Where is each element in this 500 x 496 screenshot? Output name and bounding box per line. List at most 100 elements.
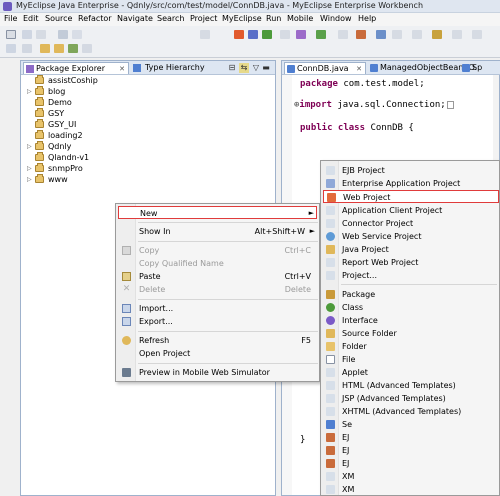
submenu-item-web-project[interactable]: Web Project xyxy=(323,190,499,203)
open-type-icon[interactable] xyxy=(280,30,290,39)
tree-item[interactable]: Demo xyxy=(21,97,271,108)
expand-icon[interactable]: ▷ xyxy=(27,174,32,185)
tab-conndb-java[interactable]: ConnDB.java ✕ xyxy=(284,62,366,74)
tree-item[interactable]: GSY xyxy=(21,108,271,119)
menu-item-new[interactable]: New ► xyxy=(118,206,317,219)
menu-item-open-project[interactable]: Open Project xyxy=(118,347,317,360)
submenu-item-jsp[interactable]: JSP (Advanced Templates) xyxy=(323,392,499,405)
submenu-item-ejb[interactable]: EJ xyxy=(323,444,499,457)
close-icon[interactable]: ✕ xyxy=(119,63,125,75)
next-annotation-icon[interactable] xyxy=(392,30,402,39)
tree-item[interactable]: ▷ snmpPro xyxy=(21,163,271,174)
pin-icon[interactable] xyxy=(452,30,462,39)
code-line-import[interactable]: ⊕import java.sql.Connection; xyxy=(294,100,454,110)
search-icon[interactable] xyxy=(376,30,386,39)
tree-item[interactable]: ▷ blog xyxy=(21,86,271,97)
submenu-item-source-folder[interactable]: Source Folder xyxy=(323,327,499,340)
menu-file[interactable]: File xyxy=(4,14,17,23)
save-icon[interactable] xyxy=(22,30,32,39)
tree-item[interactable]: ▷ www xyxy=(21,174,271,185)
menu-help[interactable]: Help xyxy=(358,14,376,23)
open-icon[interactable] xyxy=(58,30,68,39)
menu-item-copy[interactable]: Copy Ctrl+C xyxy=(118,244,317,257)
menu-navigate[interactable]: Navigate xyxy=(117,14,153,23)
submenu-item-ejb-project[interactable]: EJB Project xyxy=(323,164,499,177)
submenu-item-class[interactable]: Class xyxy=(323,301,499,314)
submenu-item-report-web-project[interactable]: Report Web Project xyxy=(323,256,499,269)
launch-icon[interactable] xyxy=(316,30,326,39)
submenu-item-project[interactable]: Project... xyxy=(323,269,499,282)
submenu-item-applet[interactable]: Applet xyxy=(323,366,499,379)
code-line-package[interactable]: package com.test.model; xyxy=(300,79,425,89)
menu-item-delete[interactable]: ✕ Delete Delete xyxy=(118,283,317,296)
menu-source[interactable]: Source xyxy=(45,14,72,23)
prev-annotation-icon[interactable] xyxy=(412,30,422,39)
tree-item[interactable]: loading2 xyxy=(21,130,271,141)
menu-project[interactable]: Project xyxy=(190,14,217,23)
close-icon[interactable]: ✕ xyxy=(356,63,362,75)
submenu-item-folder[interactable]: Folder xyxy=(323,340,499,353)
tab-type-hierarchy[interactable]: Type Hierarchy xyxy=(131,62,231,74)
submenu-item-ejb[interactable]: EJ xyxy=(323,431,499,444)
new-icon[interactable] xyxy=(6,30,16,39)
deploy-icon[interactable] xyxy=(234,30,244,39)
expand-icon[interactable]: ▷ xyxy=(27,141,32,152)
last-edit-icon[interactable] xyxy=(432,30,442,39)
menu-item-preview-mobile[interactable]: Preview in Mobile Web Simulator xyxy=(118,366,317,379)
submenu-item-xml[interactable]: XM xyxy=(323,483,499,496)
menu-item-show-in[interactable]: Show In Alt+Shift+W ► xyxy=(118,225,317,238)
view-menu-icon[interactable]: ▽ xyxy=(251,63,261,73)
external-tools-icon[interactable] xyxy=(338,30,348,39)
tab-package-explorer[interactable]: Package Explorer ✕ xyxy=(23,62,129,74)
expand-icon[interactable]: ▷ xyxy=(27,86,32,97)
submenu-item-interface[interactable]: Interface xyxy=(323,314,499,327)
minimize-icon[interactable]: ▬ xyxy=(261,63,271,73)
back-icon[interactable] xyxy=(54,44,64,53)
menu-item-refresh[interactable]: Refresh F5 xyxy=(118,334,317,347)
menu-search[interactable]: Search xyxy=(157,14,184,23)
submenu-item-xhtml[interactable]: XHTML (Advanced Templates) xyxy=(323,405,499,418)
submenu-item-ejb[interactable]: EJ xyxy=(323,457,499,470)
run-icon[interactable] xyxy=(22,44,32,53)
servers-icon[interactable] xyxy=(200,30,210,39)
browser-icon[interactable] xyxy=(262,30,272,39)
menu-item-import[interactable]: Import... xyxy=(118,302,317,315)
submenu-item-app-client-project[interactable]: Application Client Project xyxy=(323,204,499,217)
submenu-item-connector-project[interactable]: Connector Project xyxy=(323,217,499,230)
copy-icon[interactable] xyxy=(72,30,82,39)
code-line-close-brace[interactable]: } xyxy=(300,435,305,445)
tree-item[interactable]: assistCoship xyxy=(21,75,271,86)
code-line-class[interactable]: public class ConnDB { xyxy=(300,123,414,133)
submenu-item-servlet[interactable]: Se xyxy=(323,418,499,431)
history-icon[interactable] xyxy=(472,30,482,39)
submenu-item-package[interactable]: Package xyxy=(323,288,499,301)
tree-item[interactable]: GSY_UI xyxy=(21,119,271,130)
link-editor-icon[interactable]: ⇆ xyxy=(239,63,249,73)
menu-window[interactable]: Window xyxy=(320,14,352,23)
tab-managed-object[interactable]: ManagedObjectBeanBO. xyxy=(368,62,477,74)
tree-item[interactable]: Qlandn-v1 xyxy=(21,152,271,163)
menu-item-copy-qualified-name[interactable]: Copy Qualified Name xyxy=(118,257,317,270)
submenu-item-enterprise-app-project[interactable]: Enterprise Application Project xyxy=(323,177,499,190)
tab-more[interactable]: Sp xyxy=(460,62,500,74)
menu-refactor[interactable]: Refactor xyxy=(78,14,112,23)
navigate-icon[interactable] xyxy=(82,44,92,53)
submenu-item-xml[interactable]: XM xyxy=(323,470,499,483)
new-java-icon[interactable] xyxy=(356,30,366,39)
folder-icon[interactable] xyxy=(40,44,50,53)
server-start-icon[interactable] xyxy=(248,30,258,39)
menu-mobile[interactable]: Mobile xyxy=(287,14,313,23)
menu-myeclipse[interactable]: MyEclipse xyxy=(222,14,262,23)
expand-icon[interactable]: ▷ xyxy=(27,163,32,174)
menu-item-paste[interactable]: Paste Ctrl+V xyxy=(118,270,317,283)
submenu-item-java-project[interactable]: Java Project xyxy=(323,243,499,256)
collapse-all-icon[interactable]: ⊟ xyxy=(227,63,237,73)
submenu-item-html[interactable]: HTML (Advanced Templates) xyxy=(323,379,499,392)
menu-run[interactable]: Run xyxy=(266,14,281,23)
forward-icon[interactable] xyxy=(68,44,78,53)
submenu-item-web-service-project[interactable]: Web Service Project xyxy=(323,230,499,243)
debug-icon[interactable] xyxy=(6,44,16,53)
print-icon[interactable] xyxy=(36,30,46,39)
tree-item[interactable]: ▷ Qdnly xyxy=(21,141,271,152)
run-last-icon[interactable] xyxy=(296,30,306,39)
